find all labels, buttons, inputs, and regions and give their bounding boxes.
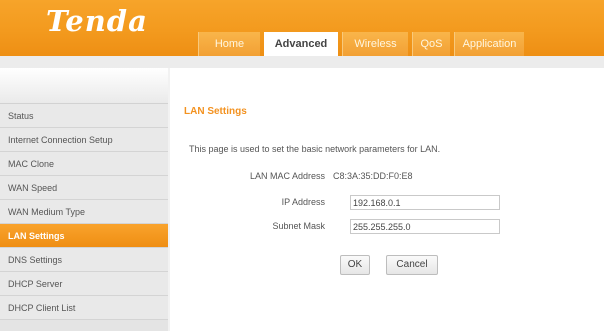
cancel-button[interactable]: Cancel <box>386 255 438 275</box>
page-title: LAN Settings <box>184 106 247 117</box>
subnet-mask-input[interactable] <box>350 219 500 234</box>
tab-home[interactable]: Home <box>198 32 260 56</box>
sidebar: Status Internet Connection Setup MAC Clo… <box>0 68 168 331</box>
ip-address-input[interactable] <box>350 195 500 210</box>
mac-address-value: C8:3A:35:DD:F0:E8 <box>333 171 413 181</box>
sidebar-item-lan-settings[interactable]: LAN Settings <box>0 224 168 248</box>
header-bar: Tenda Home Advanced Wireless QoS Applica… <box>0 0 604 56</box>
page-description: This page is used to set the basic netwo… <box>189 144 441 154</box>
tab-qos[interactable]: QoS <box>412 32 450 56</box>
sidebar-item-wan-speed[interactable]: WAN Speed <box>0 176 168 200</box>
sidebar-item-mac-clone[interactable]: MAC Clone <box>0 152 168 176</box>
tab-advanced[interactable]: Advanced <box>264 32 338 56</box>
ip-address-label: IP Address <box>281 197 325 207</box>
sidebar-item-internet-connection-setup[interactable]: Internet Connection Setup <box>0 128 168 152</box>
sidebar-item-dhcp-client-list[interactable]: DHCP Client List <box>0 296 168 320</box>
sidebar-item-dns-settings[interactable]: DNS Settings <box>0 248 168 272</box>
main-nav: Home Advanced Wireless QoS Application <box>198 32 528 56</box>
tab-application[interactable]: Application <box>454 32 524 56</box>
sidebar-item-dhcp-server[interactable]: DHCP Server <box>0 272 168 296</box>
ok-button[interactable]: OK <box>340 255 370 275</box>
mac-address-label: LAN MAC Address <box>249 171 325 181</box>
sidebar-item-wan-medium-type[interactable]: WAN Medium Type <box>0 200 168 224</box>
main-panel: LAN Settings This page is used to set th… <box>170 68 604 331</box>
tab-wireless[interactable]: Wireless <box>342 32 408 56</box>
sidebar-header <box>0 68 168 104</box>
sidebar-item-status[interactable]: Status <box>0 104 168 128</box>
header-divider <box>0 56 604 68</box>
subnet-mask-label: Subnet Mask <box>272 221 325 231</box>
tenda-logo: Tenda <box>46 4 148 38</box>
